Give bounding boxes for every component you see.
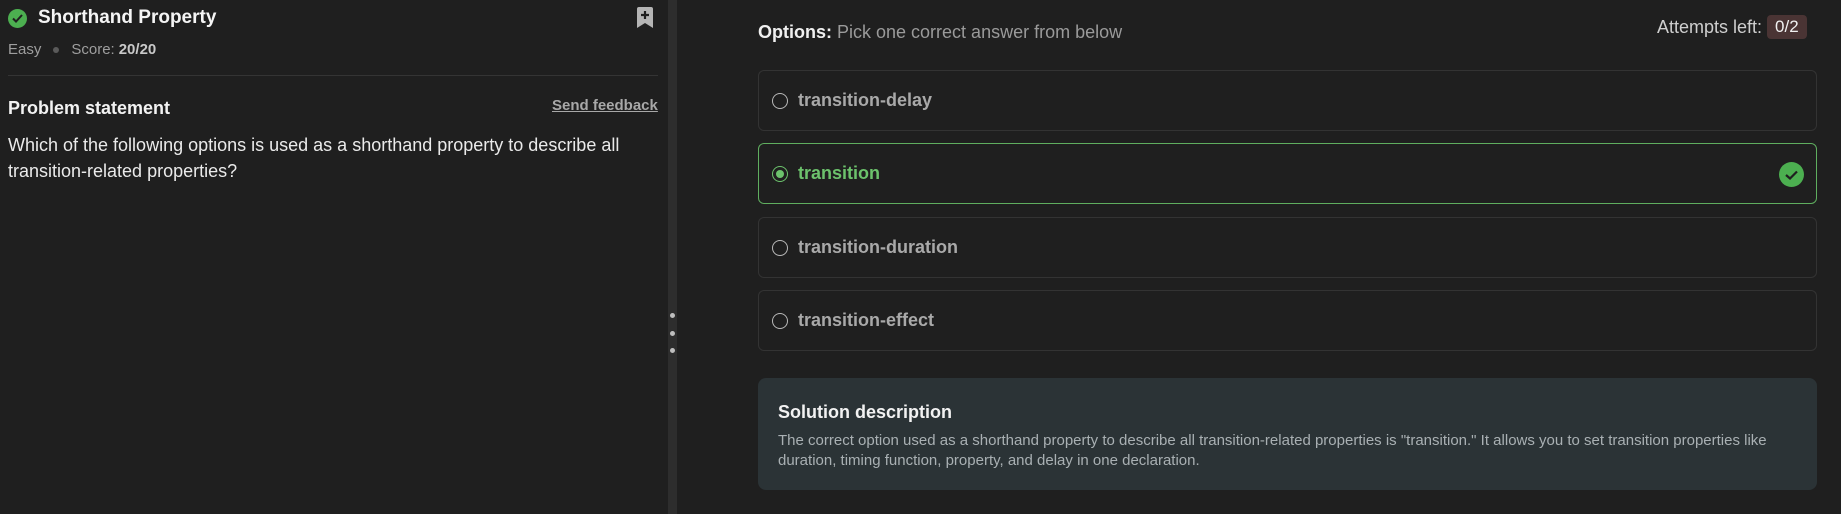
option-transition-duration[interactable]: transition-duration	[758, 217, 1817, 278]
problem-title: Shorthand Property	[38, 7, 217, 28]
options-heading-bold: Options:	[758, 22, 832, 42]
correct-check-icon	[1779, 162, 1804, 187]
solution-title: Solution description	[778, 402, 952, 422]
problem-statement-title: Problem statement	[8, 98, 171, 118]
problem-title-row: Shorthand Property	[8, 7, 216, 29]
bookmark-add-icon[interactable]	[636, 7, 654, 29]
separator-dot	[53, 46, 60, 53]
solution-card: Solution description The correct option …	[758, 378, 1817, 490]
send-feedback-link[interactable]: Send feedback	[552, 97, 658, 114]
score-label: Score:	[71, 41, 115, 58]
option-label: transition-delay	[798, 90, 933, 110]
difficulty-label: Easy	[8, 41, 42, 58]
option-transition-delay[interactable]: transition-delay	[758, 70, 1817, 131]
score-value: 20/20	[118, 41, 157, 58]
problem-statement-text: Which of the following options is used a…	[8, 135, 620, 181]
attempts-label: Attempts left:	[1657, 16, 1763, 37]
option-label: transition-effect	[798, 310, 935, 330]
option-transition[interactable]: transition	[758, 143, 1817, 204]
options-heading-text: Pick one correct answer from below	[832, 22, 1123, 42]
panel-splitter[interactable]	[668, 0, 677, 514]
quiz-app: Shorthand Property Easy Score: 20/20 Pro…	[0, 0, 1841, 514]
divider	[8, 75, 658, 76]
attempts-indicator: Attempts left: 0/2	[1657, 15, 1807, 39]
option-label: transition	[798, 163, 881, 183]
problem-panel: Shorthand Property Easy Score: 20/20 Pro…	[0, 0, 668, 514]
radio-icon[interactable]	[772, 92, 788, 109]
problem-meta: Easy Score: 20/20	[8, 41, 156, 58]
radio-selected-icon[interactable]	[772, 165, 788, 182]
options-heading: Options: Pick one correct answer from be…	[758, 22, 1122, 43]
radio-icon[interactable]	[772, 239, 788, 256]
attempts-badge: 0/2	[1767, 15, 1807, 39]
option-label: transition-duration	[798, 237, 958, 257]
radio-icon[interactable]	[772, 312, 788, 329]
splitter-handle-icon[interactable]	[670, 313, 675, 353]
option-transition-effect[interactable]: transition-effect	[758, 290, 1817, 351]
options-panel: Options: Pick one correct answer from be…	[677, 0, 1841, 514]
solution-text: The correct option used as a shorthand p…	[778, 432, 1767, 469]
completed-check-icon	[8, 8, 27, 28]
